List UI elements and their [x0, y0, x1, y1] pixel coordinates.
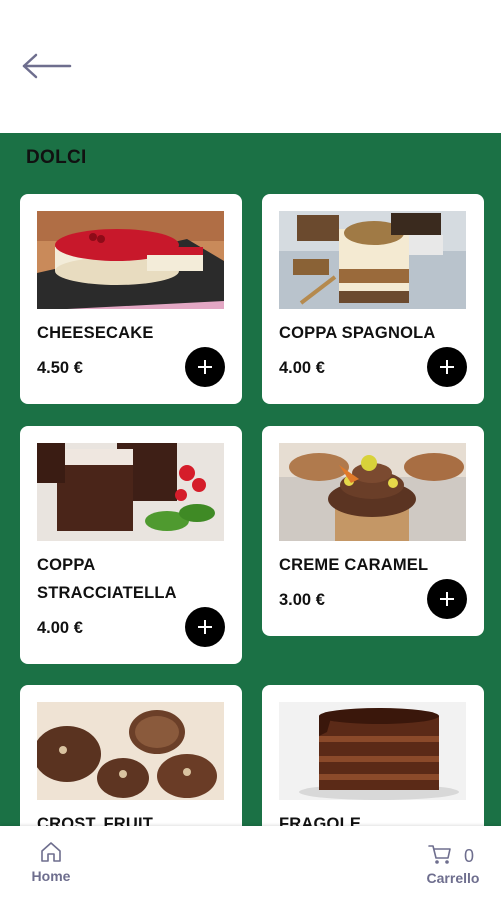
nav-cart-label: Carrello: [426, 870, 480, 886]
product-card-fragole[interactable]: FRAGOLE: [262, 685, 484, 833]
product-price: 4.50 €: [37, 359, 83, 377]
product-name: CREME CARAMEL: [279, 556, 429, 574]
product-price: 4.00 €: [37, 619, 83, 637]
add-to-cart-button[interactable]: [427, 579, 467, 619]
product-name: CHEESECAKE: [37, 324, 154, 342]
cart-count-badge: 0: [464, 846, 475, 866]
product-card-cheesecake[interactable]: CHEESECAKE 4.50 €: [20, 194, 242, 404]
brownie-photo: [37, 443, 224, 541]
section-title: DOLCI: [26, 147, 87, 168]
cheesecake-photo: [37, 211, 224, 309]
product-name: COPPA STRACCIATELLA: [37, 556, 177, 602]
product-card-coppa-stracciatella[interactable]: COPPA STRACCIATELLA 4.00 €: [20, 426, 242, 664]
product-card-crost-fruit[interactable]: CROST. FRUIT: [20, 685, 242, 833]
nav-home-label: Home: [31, 868, 71, 884]
coppa-spagnola-photo: [279, 211, 466, 309]
home-icon: [41, 842, 61, 862]
app-header: [0, 0, 501, 133]
nav-home[interactable]: Home: [22, 840, 80, 892]
product-name: COPPA SPAGNOLA: [279, 324, 436, 342]
cart-icon: [428, 845, 451, 864]
arrow-left-icon: [22, 53, 72, 79]
product-card-coppa-spagnola[interactable]: COPPA SPAGNOLA 4.00 €: [262, 194, 484, 404]
cupcake-photo: [279, 443, 466, 541]
product-price: 3.00 €: [279, 591, 325, 609]
nav-cart[interactable]: 0 Carrello: [418, 840, 488, 892]
add-to-cart-button[interactable]: [185, 607, 225, 647]
product-card-creme-caramel[interactable]: CREME CARAMEL 3.00 €: [262, 426, 484, 636]
back-button[interactable]: [16, 50, 74, 82]
bottom-navigation: Home 0 Carrello: [0, 826, 501, 900]
add-to-cart-button[interactable]: [427, 347, 467, 387]
salame-cioccolato-photo: [37, 702, 224, 800]
chocolate-cake-photo: [279, 702, 466, 800]
add-to-cart-button[interactable]: [185, 347, 225, 387]
product-grid-area: DOLCI CHEESECAKE 4.50 € COPPA SPAGNOLA 4…: [0, 133, 501, 833]
product-price: 4.00 €: [279, 359, 325, 377]
